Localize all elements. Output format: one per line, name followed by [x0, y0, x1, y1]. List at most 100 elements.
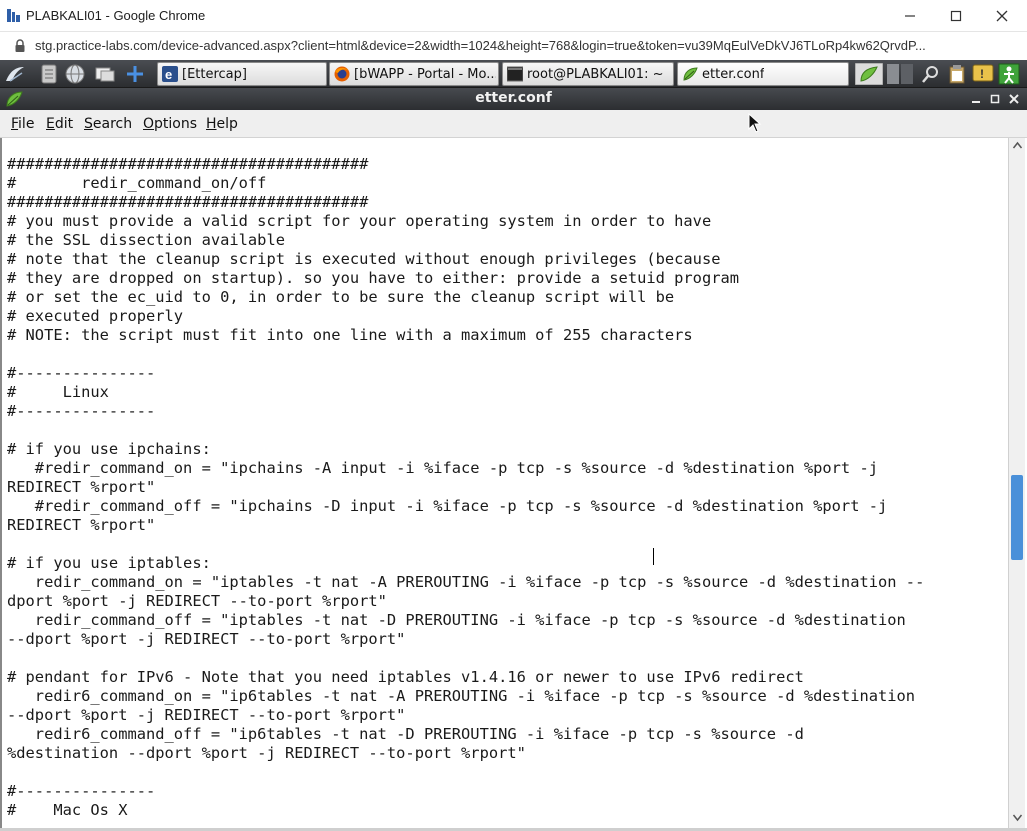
code-line: #redir_command_on = "ipchains -A input -… [7, 459, 878, 477]
clipboard-icon[interactable] [946, 63, 968, 85]
code-line: redir_command_on = "iptables -t nat -A P… [7, 573, 925, 591]
editor-titlebar: etter.conf [0, 88, 1027, 110]
web-browser-launcher-icon[interactable] [64, 63, 86, 85]
ettercap-icon: e [162, 66, 178, 82]
task-label: [bWAPP - Portal - Mo... [354, 67, 496, 82]
editor-maximize-icon[interactable] [988, 92, 1002, 106]
task-etter-conf[interactable]: etter.conf [677, 62, 849, 86]
code-line: ####################################### [7, 155, 369, 173]
code-line: #--------------- [7, 364, 156, 382]
code-line: # pendant for IPv6 - Note that you need … [7, 668, 804, 686]
menu-mnemonic: O [143, 116, 155, 132]
code-line: ####################################### [7, 193, 369, 211]
menu-label-rest: elp [216, 116, 238, 132]
editor-text-lines: ####################################### #… [7, 155, 924, 820]
url-text[interactable]: stg.practice-labs.com/device-advanced.as… [35, 38, 926, 53]
minimize-button[interactable] [887, 0, 933, 32]
close-icon [996, 10, 1008, 22]
vertical-scrollbar[interactable] [1008, 138, 1025, 828]
menu-help[interactable]: Help [206, 116, 238, 132]
browser-window-title: PLABKALI01 - Google Chrome [26, 8, 206, 23]
code-line: # or set the ec_uid to 0, in order to be… [7, 288, 675, 306]
logout-icon[interactable] [998, 63, 1020, 85]
menu-label-rest: ptions [154, 116, 198, 132]
menu-options[interactable]: Options [143, 116, 197, 132]
desktop-panel: e [Ettercap] [bWAPP - Portal - Mo... roo… [0, 60, 1027, 88]
code-line: # they are dropped on startup). so you h… [7, 269, 740, 287]
svg-text:e: e [165, 67, 172, 82]
notification-icon[interactable]: ! [972, 63, 994, 85]
code-line: # executed properly [7, 307, 184, 325]
scrollbar-thumb[interactable] [1011, 475, 1023, 560]
code-line: #--------------- [7, 402, 156, 420]
menu-search[interactable]: Search [84, 116, 132, 132]
code-line: %destination --dport %port -j REDIRECT -… [7, 744, 526, 762]
firefox-icon [334, 66, 350, 82]
task-bwapp-portal[interactable]: [bWAPP - Portal - Mo... [329, 62, 499, 86]
kali-menu-icon[interactable] [4, 63, 26, 85]
menu-mnemonic: E [46, 116, 55, 132]
task-terminal[interactable]: root@PLABKALI01: ~ [502, 62, 674, 86]
code-line: # Mac Os X [7, 801, 128, 819]
task-label: [Ettercap] [182, 67, 247, 82]
editor-minimize-icon[interactable] [969, 92, 983, 106]
scroll-down-arrow-icon[interactable] [1012, 812, 1023, 823]
file-manager-launcher-icon[interactable] [38, 63, 60, 85]
editor-close-icon[interactable] [1007, 92, 1021, 106]
search-icon[interactable] [920, 63, 942, 85]
editor-tray-icon[interactable] [855, 63, 883, 85]
terminal-icon [507, 66, 523, 82]
task-label: root@PLABKALI01: ~ [527, 67, 664, 82]
browser-titlebar: PLABKALI01 - Google Chrome [0, 0, 1027, 32]
code-line: redir6_command_off = "ip6tables -t nat -… [7, 725, 804, 743]
task-ettercap[interactable]: e [Ettercap] [157, 62, 327, 86]
close-button[interactable] [979, 0, 1025, 32]
code-line: # redir_command_on/off [7, 174, 267, 192]
code-line: # if you use ipchains: [7, 440, 211, 458]
address-bar[interactable]: stg.practice-labs.com/device-advanced.as… [0, 32, 1027, 60]
add-launcher-icon[interactable] [124, 63, 146, 85]
task-label: etter.conf [702, 67, 765, 82]
menu-label-rest: earch [92, 116, 133, 132]
menu-mnemonic: H [206, 116, 217, 132]
code-line: # Linux [7, 383, 109, 401]
code-line: # the SSL dissection available [7, 231, 285, 249]
menu-mnemonic: S [84, 116, 93, 132]
code-line: dport %port -j REDIRECT --to-port %rport… [7, 592, 387, 610]
code-line: redir6_command_on = "ip6tables -t nat -A… [7, 687, 916, 705]
scroll-up-arrow-icon[interactable] [1012, 140, 1023, 151]
menu-edit[interactable]: Edit [46, 116, 73, 132]
code-line: REDIRECT %rport" [7, 478, 156, 496]
lock-icon [15, 39, 25, 52]
code-line: --dport %port -j REDIRECT --to-port %rpo… [7, 630, 406, 648]
minimize-icon [905, 15, 915, 17]
code-line: REDIRECT %rport" [7, 516, 156, 534]
menu-bar: File Edit Search Options Help [0, 110, 1027, 138]
code-line: --dport %port -j REDIRECT --to-port %rpo… [7, 706, 406, 724]
code-line: # NOTE: the script must fit into one lin… [7, 326, 693, 344]
code-line: #redir_command_off = "ipchains -D input … [7, 497, 888, 515]
code-line: # if you use iptables: [7, 554, 211, 572]
menu-label-rest: dit [54, 116, 74, 132]
code-line: # note that the cleanup script is execut… [7, 250, 721, 268]
workspace-switcher-icon[interactable] [886, 63, 914, 85]
maximize-icon [950, 10, 962, 22]
code-line: #--------------- [7, 782, 156, 800]
code-line: # you must provide a valid script for yo… [7, 212, 712, 230]
text-cursor [653, 548, 654, 565]
code-line: redir_command_off = "iptables -t nat -D … [7, 611, 906, 629]
menu-file[interactable]: File [11, 116, 34, 132]
show-desktop-icon[interactable] [94, 63, 116, 85]
svg-text:!: ! [980, 67, 984, 81]
menu-mnemonic: F [11, 116, 19, 132]
editor-window-title: etter.conf [475, 90, 552, 106]
remote-desktop-favicon-icon [7, 9, 20, 22]
maximize-button[interactable] [933, 0, 979, 32]
text-editor-icon [683, 67, 698, 81]
text-editor-area[interactable]: ####################################### #… [0, 138, 1008, 828]
